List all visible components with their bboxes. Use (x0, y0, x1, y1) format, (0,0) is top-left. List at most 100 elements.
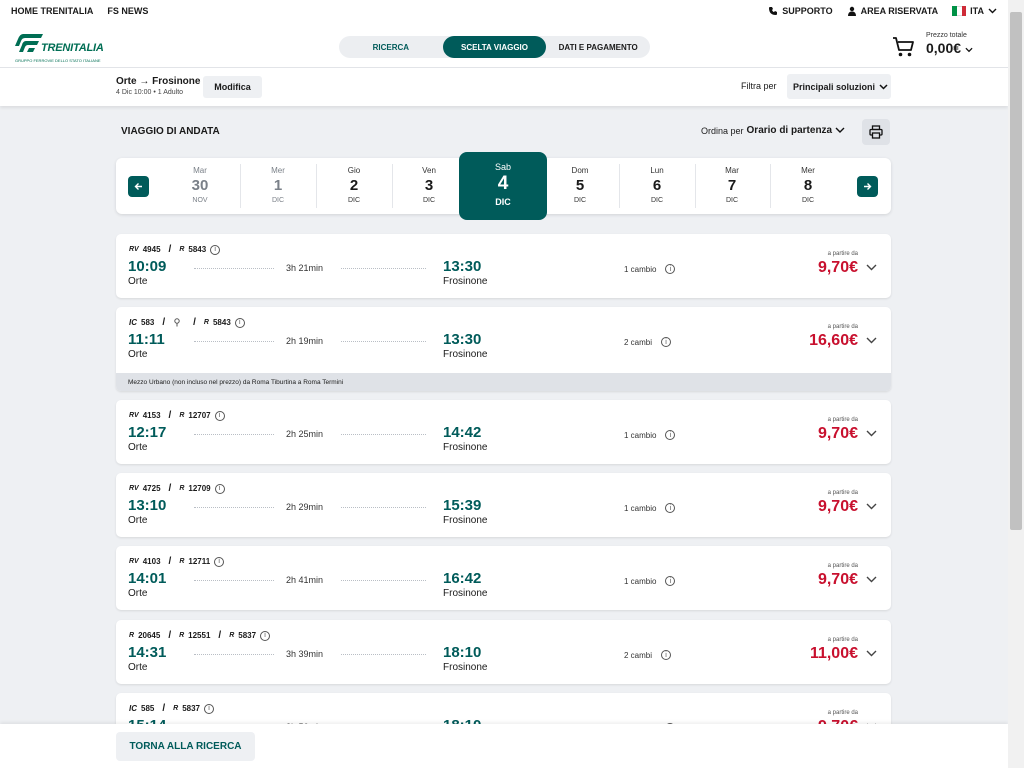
departure-station: Orte (128, 515, 148, 526)
info-icon[interactable]: i (665, 264, 676, 274)
info-icon[interactable]: i (214, 410, 225, 421)
arrival-station: Frosinone (443, 442, 488, 453)
chevron-down-icon (835, 127, 845, 133)
fs-news-link[interactable]: FS NEWS (107, 6, 148, 16)
train-number: 4725 (142, 484, 161, 493)
changes-info[interactable]: 1 cambio i (624, 576, 676, 586)
solution-card[interactable]: RV 4153/R 12707 i 12:17 Orte 2h 25min 14:42 Fros… (116, 400, 891, 464)
info-icon[interactable]: i (665, 576, 676, 586)
filter-select[interactable]: Principali soluzioni (787, 74, 891, 99)
date-option-selected[interactable]: Sab 4 DIC (459, 152, 547, 220)
changes-count: 1 cambio (624, 430, 657, 440)
regionale-icon: R (179, 412, 185, 419)
changes-info[interactable]: 1 cambio i (624, 264, 676, 274)
changes-info[interactable]: 1 cambio i (624, 430, 676, 440)
info-icon[interactable]: i (234, 317, 245, 328)
step-scelta-viaggio[interactable]: SCELTA VIAGGIO (442, 36, 547, 58)
duration: 2h 29min (286, 502, 324, 512)
total-price[interactable]: Prezzo totale 0,00€ (926, 32, 973, 56)
sort-selector[interactable]: Ordina per Orario di partenza (701, 125, 845, 136)
solution-price: 9,70€ (817, 425, 858, 442)
regionale-veloce-icon: RV (129, 485, 139, 492)
train-number: 20645 (138, 631, 161, 640)
step-ricerca[interactable]: RICERCA (339, 36, 443, 58)
solution-price: 9,70€ (817, 259, 858, 276)
route-title: Orte → Frosinone (116, 76, 201, 87)
date-option[interactable]: Mar 30 NOV (161, 158, 239, 214)
arrival-time: 15:39 (443, 497, 482, 514)
solution-price: 11,00€ (809, 645, 858, 662)
chevron-down-icon[interactable] (866, 576, 877, 583)
support-link[interactable]: SUPPORTO (768, 6, 833, 16)
chevron-down-icon[interactable] (866, 337, 877, 344)
print-button[interactable] (862, 119, 890, 145)
train-number: 12711 (188, 557, 211, 566)
language-selector[interactable]: ITA (952, 5, 997, 16)
departure-station: Orte (128, 588, 148, 599)
footer-bar: TORNA ALLA RICERCA (0, 724, 1008, 768)
chevron-down-icon[interactable] (866, 264, 877, 271)
solution-card[interactable]: RV 4725/R 12709 i 13:10 Orte 2h 29min 15:39 Fros… (116, 473, 891, 537)
solution-card[interactable]: R 20645/R 12551/R 5837 i 14:31 Orte 3h 39min 18:… (116, 620, 891, 684)
solution-card[interactable]: RV 4945/R 5843 i 10:09 Orte 3h 21min 13:30 Frosi… (116, 234, 891, 298)
date-option[interactable]: Ven 3 DIC (392, 158, 466, 214)
info-icon[interactable]: i (665, 430, 676, 440)
cart-icon[interactable] (892, 35, 916, 59)
back-to-search-button[interactable]: TORNA ALLA RICERCA (116, 732, 255, 761)
info-icon[interactable]: i (661, 337, 672, 347)
departure-time: 13:10 (128, 497, 167, 514)
train-list: RV 4103 / R 12711 i (129, 556, 225, 567)
scrollbar-thumb[interactable] (1010, 12, 1022, 530)
route-line (341, 341, 426, 342)
info-icon[interactable]: i (661, 650, 672, 660)
date-option[interactable]: Mer 8 DIC (770, 158, 846, 214)
trenitalia-logo[interactable]: TRENITALIA GRUPPO FERROVIE DELLO STATO I… (15, 32, 110, 64)
date-option[interactable]: Mer 1 DIC (240, 158, 316, 214)
prev-dates-button[interactable] (128, 176, 149, 197)
arrival-time: 14:42 (443, 424, 482, 441)
changes-info[interactable]: 2 cambi i (624, 337, 672, 347)
changes-info[interactable]: 1 cambio i (624, 503, 676, 513)
route-line (194, 434, 274, 435)
info-icon[interactable]: i (214, 483, 225, 494)
main-header: TRENITALIA GRUPPO FERROVIE DELLO STATO I… (0, 21, 1008, 68)
route-line (194, 580, 274, 581)
date-month: DIC (347, 197, 361, 204)
phone-icon (769, 6, 778, 15)
date-month: DIC (650, 197, 664, 204)
chevron-down-icon[interactable] (866, 503, 877, 510)
modify-search-button[interactable]: Modifica (203, 76, 262, 98)
solution-card[interactable]: IC 583// R 5843 i 11:11 Orte 2h 19min 13:30 Frosi… (116, 307, 891, 391)
reserved-area-link[interactable]: AREA RISERVATA (847, 5, 939, 16)
date-weekday: Mer (801, 166, 815, 175)
filter-label: Filtra per (741, 81, 777, 91)
changes-count: 2 cambi (624, 650, 653, 660)
price-from-label: a partire da (827, 324, 858, 330)
date-weekday: Mar (193, 166, 207, 175)
changes-info[interactable]: 2 cambi i (624, 650, 672, 660)
regionale-icon: R (129, 632, 135, 639)
date-option[interactable]: Lun 6 DIC (619, 158, 695, 214)
date-option[interactable]: Dom 5 DIC (544, 158, 616, 214)
train-separator: / (193, 317, 196, 328)
italy-flag-icon (952, 5, 967, 16)
date-option[interactable]: Mar 7 DIC (695, 158, 769, 214)
date-option[interactable]: Gio 2 DIC (316, 158, 392, 214)
arrival-station: Frosinone (443, 588, 488, 599)
reserved-area-label: AREA RISERVATA (860, 5, 939, 16)
info-icon[interactable]: i (260, 630, 271, 641)
info-icon[interactable]: i (210, 244, 221, 255)
home-trenitalia-link[interactable]: HOME TRENITALIA (11, 6, 93, 16)
info-icon[interactable]: i (665, 503, 676, 513)
date-day: 8 (803, 177, 813, 194)
regionale-icon: R (179, 632, 185, 639)
info-icon[interactable]: i (204, 703, 214, 714)
train-number: 4945 (142, 245, 161, 254)
chevron-down-icon[interactable] (866, 430, 877, 437)
chevron-down-icon[interactable] (866, 650, 877, 657)
regionale-veloce-icon: RV (129, 246, 139, 253)
arrival-station: Frosinone (443, 662, 488, 673)
next-dates-button[interactable] (857, 176, 878, 197)
info-icon[interactable]: i (214, 556, 225, 567)
solution-card[interactable]: RV 4103/R 12711 i 14:01 Orte 2h 41min 16:42 Fros… (116, 546, 891, 610)
